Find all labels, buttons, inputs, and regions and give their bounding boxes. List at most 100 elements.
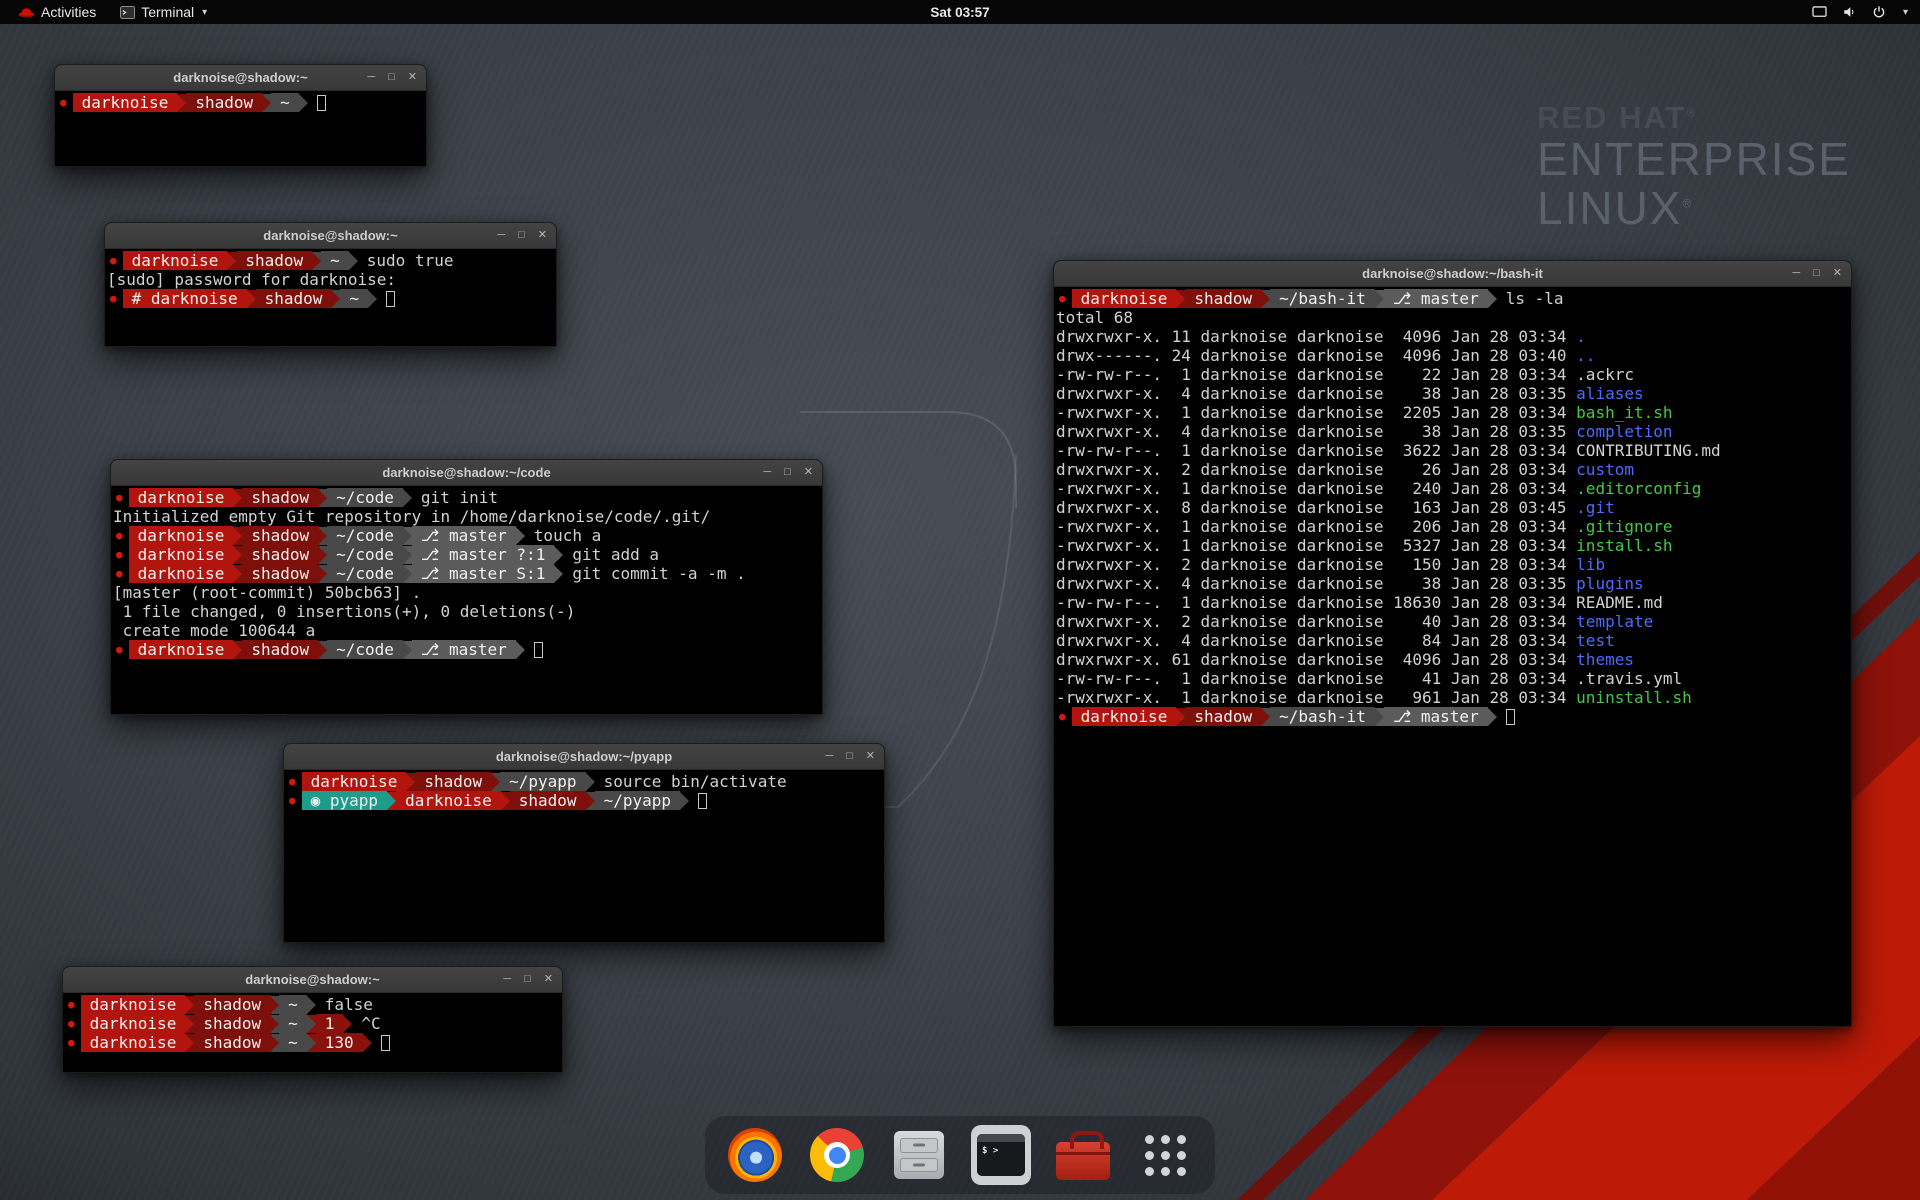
active-app-tile: [971, 1125, 1031, 1185]
minimize-button[interactable]: ─: [825, 751, 833, 762]
close-button[interactable]: ✕: [408, 72, 417, 83]
top-bar: Activities Terminal ▾ Sat 03:57 ▾: [0, 0, 1920, 24]
powerline-separator-icon: [368, 290, 377, 308]
dock-toolbox-icon[interactable]: [1053, 1125, 1113, 1185]
powerline-separator-icon: [233, 641, 242, 659]
window-title: darknoise@shadow:~/pyapp: [496, 749, 672, 764]
powerline-separator-icon: [270, 1034, 279, 1052]
prompt-redhat-icon: ●: [116, 640, 123, 659]
terminal-content[interactable]: ●darknoiseshadow~false●darknoiseshadow~1…: [63, 993, 562, 1072]
prompt-segment-path: ~: [271, 93, 299, 112]
powerline-separator-icon: [177, 94, 186, 112]
terminal-content[interactable]: ●darknoiseshadow~sudo true[sudo] passwor…: [105, 249, 556, 346]
system-tray[interactable]: ▾: [1812, 5, 1920, 19]
app-menu-terminal[interactable]: Terminal ▾: [110, 0, 217, 24]
ls-output-line: -rw-rw-r--. 1 darknoise darknoise 41 Jan…: [1056, 669, 1849, 688]
prompt-redhat-icon: ●: [289, 791, 296, 810]
close-button[interactable]: ✕: [804, 467, 813, 478]
window-titlebar[interactable]: darknoise@shadow:~ ─ □ ✕: [63, 967, 562, 993]
minimize-button[interactable]: ─: [367, 72, 375, 83]
terminal-content[interactable]: ●darknoiseshadow~/bash-it⎇ masterls -la t…: [1054, 287, 1851, 1026]
close-button[interactable]: ✕: [866, 751, 875, 762]
ls-filename: uninstall.sh: [1576, 688, 1692, 707]
powerline-separator-icon: [387, 792, 396, 810]
dock-files-icon[interactable]: [889, 1125, 949, 1185]
window-titlebar[interactable]: darknoise@shadow:~/bash-it ─ □ ✕: [1054, 261, 1851, 287]
prompt-segment-path: ~/code: [327, 545, 403, 564]
ls-meta: drwxrwxr-x. 61 darknoise darknoise 4096 …: [1056, 650, 1576, 669]
ls-meta: drwxrwxr-x. 2 darknoise darknoise 40 Jan…: [1056, 612, 1576, 631]
prompt-segment-user: darknoise: [129, 564, 234, 583]
toolbox-icon: [1056, 1142, 1110, 1180]
powerline-separator-icon: [318, 546, 327, 564]
minimize-button[interactable]: ─: [497, 230, 505, 241]
prompt-segment-host: shadow: [242, 526, 318, 545]
ls-output-line: -rw-rw-r--. 1 darknoise darknoise 22 Jan…: [1056, 365, 1849, 384]
prompt-segment-host: shadow: [242, 488, 318, 507]
window-titlebar[interactable]: darknoise@shadow:~/code ─ □ ✕: [111, 460, 822, 486]
ls-filename: .gitignore: [1576, 517, 1672, 536]
terminal-output-line: create mode 100644 a: [113, 621, 820, 640]
prompt-redhat-icon: ●: [1059, 707, 1066, 726]
close-button[interactable]: ✕: [544, 974, 553, 985]
powerline-separator-icon: [233, 565, 242, 583]
prompt-segment-path: ~: [340, 289, 368, 308]
ls-output-line: drwxrwxr-x. 2 darknoise darknoise 40 Jan…: [1056, 612, 1849, 631]
prompt-segment-user: darknoise: [129, 488, 234, 507]
powerline-separator-icon: [312, 252, 321, 270]
powerline-separator-icon: [233, 527, 242, 545]
dock-show-apps-icon[interactable]: [1135, 1125, 1195, 1185]
maximize-button[interactable]: □: [846, 751, 853, 762]
ls-filename: template: [1576, 612, 1653, 631]
powerline-separator-icon: [307, 1015, 316, 1033]
terminal-content[interactable]: ●darknoiseshadow~/codegit initInitialize…: [111, 486, 822, 714]
activities-button[interactable]: Activities: [8, 0, 106, 24]
powerline-separator-icon: [307, 1034, 316, 1052]
prompt-segment-path: ~: [279, 1033, 307, 1052]
command-text: ^C: [352, 1014, 380, 1033]
maximize-button[interactable]: □: [388, 72, 395, 83]
prompt-redhat-icon: ●: [1059, 289, 1066, 308]
window-titlebar[interactable]: darknoise@shadow:~ ─ □ ✕: [55, 65, 426, 91]
terminal-cursor: [386, 291, 395, 307]
terminal-line: ●darknoiseshadow~/bash-it⎇ masterls -la: [1056, 289, 1849, 308]
maximize-button[interactable]: □: [524, 974, 531, 985]
powerline-separator-icon: [318, 489, 327, 507]
terminal-content[interactable]: ●darknoiseshadow~: [55, 91, 426, 166]
minimize-button[interactable]: ─: [503, 974, 511, 985]
prompt-segment-git: ⎇ master ?:1: [412, 545, 554, 564]
maximize-button[interactable]: □: [1813, 268, 1820, 279]
window-titlebar[interactable]: darknoise@shadow:~/pyapp ─ □ ✕: [284, 744, 884, 770]
maximize-button[interactable]: □: [784, 467, 791, 478]
minimize-button[interactable]: ─: [1792, 268, 1800, 279]
dock-terminal-icon[interactable]: [971, 1125, 1031, 1185]
clock[interactable]: Sat 03:57: [930, 5, 989, 20]
volume-icon: [1842, 5, 1857, 19]
firefox-icon: [728, 1128, 782, 1182]
prompt-segment-host: shadow: [510, 791, 586, 810]
ls-filename: aliases: [1576, 384, 1643, 403]
terminal-cursor: [1506, 709, 1515, 725]
ls-meta: -rwxrwxr-x. 1 darknoise darknoise 240 Ja…: [1056, 479, 1576, 498]
powerline-separator-icon: [586, 792, 595, 810]
powerline-separator-icon: [491, 773, 500, 791]
powerline-separator-icon: [1488, 290, 1497, 308]
prompt-segment-path: ~/code: [327, 526, 403, 545]
terminal-line: ●darknoiseshadow~false: [65, 995, 560, 1014]
dock-chrome-icon[interactable]: [807, 1125, 867, 1185]
terminal-content[interactable]: ●darknoiseshadow~/pyappsource bin/activa…: [284, 770, 884, 942]
command-text: git init: [412, 488, 498, 507]
dock-firefox-icon[interactable]: [725, 1125, 785, 1185]
powerline-separator-icon: [185, 996, 194, 1014]
window-titlebar[interactable]: darknoise@shadow:~ ─ □ ✕: [105, 223, 556, 249]
prompt-redhat-icon: ●: [68, 1033, 75, 1052]
close-button[interactable]: ✕: [1833, 268, 1842, 279]
ls-output-line: drwxrwxr-x. 8 darknoise darknoise 163 Ja…: [1056, 498, 1849, 517]
powerline-separator-icon: [363, 1034, 372, 1052]
powerline-separator-icon: [270, 1015, 279, 1033]
powerline-separator-icon: [403, 565, 412, 583]
maximize-button[interactable]: □: [518, 230, 525, 241]
minimize-button[interactable]: ─: [763, 467, 771, 478]
close-button[interactable]: ✕: [538, 230, 547, 241]
prompt-segment-user: darknoise: [81, 1033, 186, 1052]
